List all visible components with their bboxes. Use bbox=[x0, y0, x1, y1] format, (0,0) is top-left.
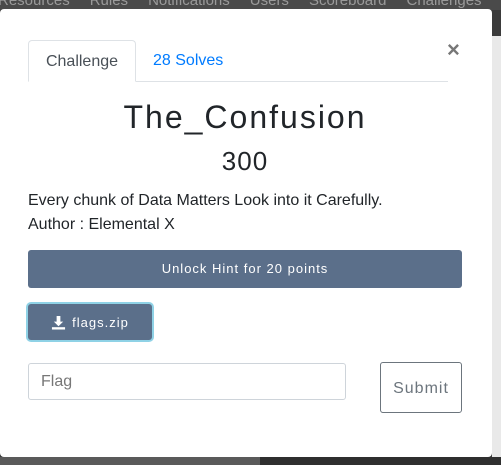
challenge-title: The_Confusion bbox=[123, 99, 367, 135]
author-text: Author : Elemental X bbox=[28, 216, 175, 233]
nav-notifications[interactable]: Notifications bbox=[148, 0, 230, 9]
background-footer bbox=[0, 457, 501, 465]
challenge-description: Every chunk of Data Matters Look into it… bbox=[28, 189, 383, 237]
flag-input[interactable] bbox=[28, 363, 346, 400]
tab-bar: Challenge 28 Solves bbox=[28, 40, 448, 82]
description-text: Every chunk of Data Matters Look into it… bbox=[28, 192, 383, 209]
challenge-modal: × Challenge 28 Solves The_Confusion 300 … bbox=[0, 9, 492, 457]
nav-scoreboard[interactable]: Scoreboard bbox=[309, 0, 387, 9]
nav-rules[interactable]: Rules bbox=[90, 0, 128, 9]
modal-backdrop-edge bbox=[492, 36, 501, 465]
tab-challenge[interactable]: Challenge bbox=[28, 40, 136, 82]
nav-resources[interactable]: Resources bbox=[0, 0, 70, 9]
footer-segment bbox=[0, 457, 260, 465]
unlock-hint-button[interactable]: Unlock Hint for 20 points bbox=[28, 250, 462, 288]
close-button[interactable]: × bbox=[447, 39, 460, 61]
nav-challenges[interactable]: Challenges bbox=[407, 0, 482, 9]
challenge-points: 300 bbox=[221, 146, 269, 176]
download-icon bbox=[51, 315, 66, 330]
download-file-button[interactable]: flags.zip bbox=[28, 304, 152, 340]
submit-button[interactable]: Submit bbox=[380, 362, 462, 413]
tab-solves[interactable]: 28 Solves bbox=[137, 40, 239, 81]
file-name: flags.zip bbox=[72, 314, 129, 330]
nav-users[interactable]: Users bbox=[250, 0, 289, 9]
